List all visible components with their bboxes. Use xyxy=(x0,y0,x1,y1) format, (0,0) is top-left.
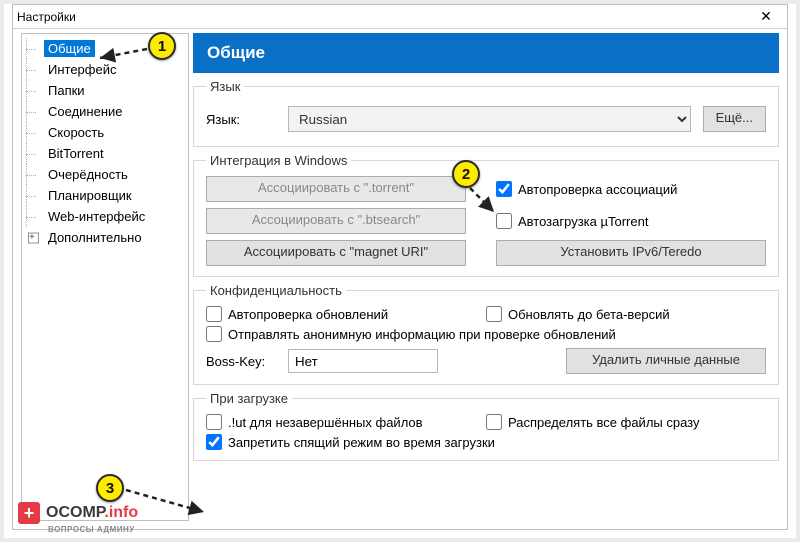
autoload-utorrent-checkbox[interactable]: Автозагрузка µTorrent xyxy=(496,213,766,229)
sidebar-item-label: BitTorrent xyxy=(44,145,108,162)
group-legend: Язык xyxy=(206,79,244,94)
settings-window: Настройки ✕ Общие Интерфейс Папки xyxy=(12,4,788,530)
close-icon: ✕ xyxy=(760,8,772,25)
titlebar: Настройки ✕ xyxy=(13,5,787,29)
allocate-all-input[interactable] xyxy=(486,414,502,430)
sidebar-tree: Общие Интерфейс Папки Соединение Скорост… xyxy=(21,33,189,521)
auto-check-updates-checkbox[interactable]: Автопроверка обновлений xyxy=(206,306,456,322)
send-anon-checkbox[interactable]: Отправлять анонимную информацию при пров… xyxy=(206,326,766,342)
main-panel: Общие Язык Язык: Russian Ещё... Интеграц… xyxy=(193,33,779,521)
watermark: + OCOMP.info xyxy=(18,502,138,524)
checkbox-label: Обновлять до бета-версий xyxy=(508,307,670,322)
sidebar-item-speed[interactable]: Скорость xyxy=(24,122,186,143)
group-legend: Конфиденциальность xyxy=(206,283,346,298)
group-legend: При загрузке xyxy=(206,391,292,406)
sidebar-item-label: Web-интерфейс xyxy=(44,208,149,225)
sidebar-item-label: Планировщик xyxy=(44,187,136,204)
group-downloading: При загрузке .!ut для незавершённых файл… xyxy=(193,391,779,461)
sidebar-item-label: Интерфейс xyxy=(44,61,120,78)
sidebar-item-webui[interactable]: Web-интерфейс xyxy=(24,206,186,227)
update-beta-input[interactable] xyxy=(486,306,502,322)
checkbox-label: .!ut для незавершённых файлов xyxy=(228,415,423,430)
sidebar-item-label: Общие xyxy=(44,40,95,57)
callout-badge-1: 1 xyxy=(148,32,176,60)
close-button[interactable]: ✕ xyxy=(749,6,783,28)
checkbox-label: Отправлять анонимную информацию при пров… xyxy=(228,327,616,342)
callout-badge-2: 2 xyxy=(452,160,480,188)
sidebar-item-label: Скорость xyxy=(44,124,108,141)
sidebar-item-connection[interactable]: Соединение xyxy=(24,101,186,122)
sidebar-item-label: Соединение xyxy=(44,103,127,120)
update-beta-checkbox[interactable]: Обновлять до бета-версий xyxy=(486,306,766,322)
sidebar-item-folders[interactable]: Папки xyxy=(24,80,186,101)
sidebar-item-queueing[interactable]: Очерёдность xyxy=(24,164,186,185)
delete-personal-button[interactable]: Удалить личные данные xyxy=(566,348,766,374)
group-integration: Интеграция в Windows Ассоциировать с ".t… xyxy=(193,153,779,277)
callout-badge-3: 3 xyxy=(96,474,124,502)
auto-check-updates-input[interactable] xyxy=(206,306,222,322)
auto-check-assoc-checkbox[interactable]: Автопроверка ассоциаций xyxy=(496,181,766,197)
watermark-suffix: .info xyxy=(104,504,138,521)
watermark-sub: ВОПРОСЫ АДМИНУ xyxy=(48,525,135,534)
sidebar-item-label: Очерёдность xyxy=(44,166,132,183)
watermark-brand: OCOMP xyxy=(46,504,104,521)
ut-incomplete-input[interactable] xyxy=(206,414,222,430)
sidebar-item-bittorrent[interactable]: BitTorrent xyxy=(24,143,186,164)
allocate-all-checkbox[interactable]: Распределять все файлы сразу xyxy=(486,414,766,430)
prevent-sleep-input[interactable] xyxy=(206,434,222,450)
window-title: Настройки xyxy=(17,10,749,24)
language-more-button[interactable]: Ещё... xyxy=(703,106,766,132)
boss-key-label: Boss-Key: xyxy=(206,354,276,369)
prevent-sleep-checkbox[interactable]: Запретить спящий режим во время загрузки xyxy=(206,434,766,450)
checkbox-label: Запретить спящий режим во время загрузки xyxy=(228,435,495,450)
assoc-torrent-button[interactable]: Ассоциировать с ".torrent" xyxy=(206,176,466,202)
language-label: Язык: xyxy=(206,112,276,127)
ut-incomplete-checkbox[interactable]: .!ut для незавершённых файлов xyxy=(206,414,456,430)
auto-check-assoc-input[interactable] xyxy=(496,181,512,197)
language-select[interactable]: Russian xyxy=(288,106,691,132)
group-language: Язык Язык: Russian Ещё... xyxy=(193,79,779,147)
checkbox-label: Автопроверка ассоциаций xyxy=(518,182,677,197)
boss-key-input[interactable] xyxy=(288,349,438,373)
sidebar-item-interface[interactable]: Интерфейс xyxy=(24,59,186,80)
install-teredo-button[interactable]: Установить IPv6/Teredo xyxy=(496,240,766,266)
sidebar-item-scheduler[interactable]: Планировщик xyxy=(24,185,186,206)
watermark-plus-icon: + xyxy=(18,502,40,524)
assoc-btsearch-button[interactable]: Ассоциировать с ".btsearch" xyxy=(206,208,466,234)
checkbox-label: Распределять все файлы сразу xyxy=(508,415,700,430)
assoc-magnet-button[interactable]: Ассоциировать с "magnet URI" xyxy=(206,240,466,266)
checkbox-label: Автопроверка обновлений xyxy=(228,307,388,322)
checkbox-label: Автозагрузка µTorrent xyxy=(518,214,648,229)
sidebar-item-label: Папки xyxy=(44,82,89,99)
section-header: Общие xyxy=(193,33,779,73)
send-anon-input[interactable] xyxy=(206,326,222,342)
group-privacy: Конфиденциальность Автопроверка обновлен… xyxy=(193,283,779,385)
sidebar-item-advanced[interactable]: Дополнительно xyxy=(24,227,186,248)
sidebar-item-label: Дополнительно xyxy=(44,229,146,246)
autoload-utorrent-input[interactable] xyxy=(496,213,512,229)
group-legend: Интеграция в Windows xyxy=(206,153,351,168)
